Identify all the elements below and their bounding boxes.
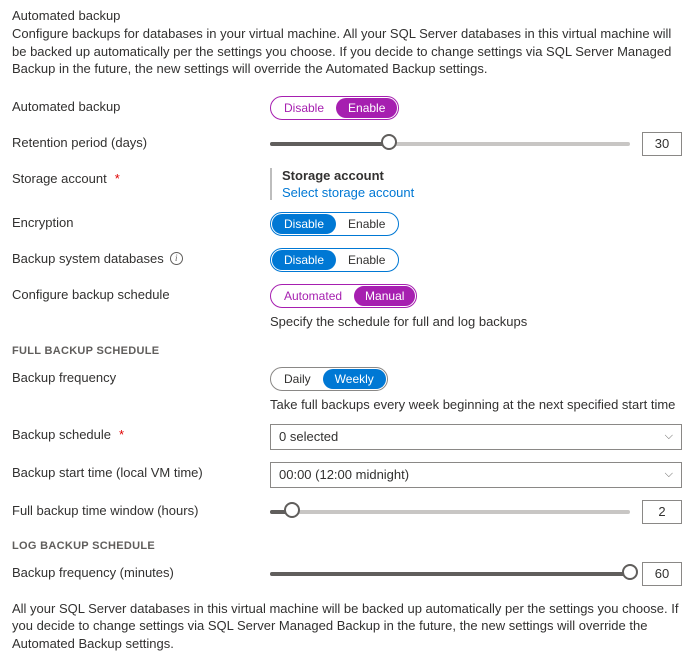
automated-backup-label: Automated backup <box>12 96 270 114</box>
storage-label: Storage account* <box>12 168 270 186</box>
sysdbs-toggle[interactable]: Disable Enable <box>270 248 399 272</box>
freq-weekly[interactable]: Weekly <box>323 369 386 389</box>
automated-backup-disable[interactable]: Disable <box>272 98 336 118</box>
retention-label: Retention period (days) <box>12 132 270 150</box>
section-title: Automated backup <box>12 8 682 23</box>
schedule-auto[interactable]: Automated <box>272 286 354 306</box>
freq-toggle[interactable]: Daily Weekly <box>270 367 388 391</box>
start-time-label: Backup start time (local VM time) <box>12 462 270 480</box>
full-backup-section: FULL BACKUP SCHEDULE <box>12 345 682 357</box>
chevron-down-icon: ⌵ <box>665 430 673 443</box>
freq-daily[interactable]: Daily <box>272 369 323 389</box>
log-backup-section: LOG BACKUP SCHEDULE <box>12 540 682 552</box>
storage-account-title: Storage account <box>282 168 682 183</box>
encryption-enable[interactable]: Enable <box>336 214 397 234</box>
backup-schedule-value: 0 selected <box>279 429 338 444</box>
log-freq-value[interactable]: 60 <box>642 562 682 586</box>
encryption-label: Encryption <box>12 212 270 230</box>
encryption-toggle[interactable]: Disable Enable <box>270 212 399 236</box>
start-time-dropdown[interactable]: 00:00 (12:00 midnight) ⌵ <box>270 462 682 488</box>
window-value[interactable]: 2 <box>642 500 682 524</box>
automated-backup-toggle[interactable]: Disable Enable <box>270 96 399 120</box>
retention-slider[interactable] <box>270 133 630 155</box>
schedule-label: Configure backup schedule <box>12 284 270 302</box>
freq-label: Backup frequency <box>12 367 270 385</box>
automated-backup-enable[interactable]: Enable <box>336 98 397 118</box>
schedule-hint: Specify the schedule for full and log ba… <box>270 314 682 329</box>
footer-text: All your SQL Server databases in this vi… <box>12 600 682 653</box>
log-freq-slider[interactable] <box>270 563 630 585</box>
retention-value[interactable]: 30 <box>642 132 682 156</box>
info-icon[interactable]: i <box>170 252 183 265</box>
section-description: Configure backups for databases in your … <box>12 25 682 78</box>
select-storage-link[interactable]: Select storage account <box>282 185 682 200</box>
schedule-manual[interactable]: Manual <box>354 286 415 306</box>
log-freq-label: Backup frequency (minutes) <box>12 562 270 580</box>
sysdbs-enable[interactable]: Enable <box>336 250 397 270</box>
window-slider[interactable] <box>270 501 630 523</box>
freq-hint: Take full backups every week beginning a… <box>270 397 682 412</box>
start-time-value: 00:00 (12:00 midnight) <box>279 467 409 482</box>
encryption-disable[interactable]: Disable <box>272 214 336 234</box>
backup-schedule-dropdown[interactable]: 0 selected ⌵ <box>270 424 682 450</box>
sysdbs-disable[interactable]: Disable <box>272 250 336 270</box>
sysdbs-label: Backup system databases <box>12 251 164 266</box>
chevron-down-icon: ⌵ <box>665 468 673 481</box>
window-label: Full backup time window (hours) <box>12 500 270 518</box>
schedule-toggle[interactable]: Automated Manual <box>270 284 417 308</box>
backup-schedule-label: Backup schedule* <box>12 424 270 442</box>
